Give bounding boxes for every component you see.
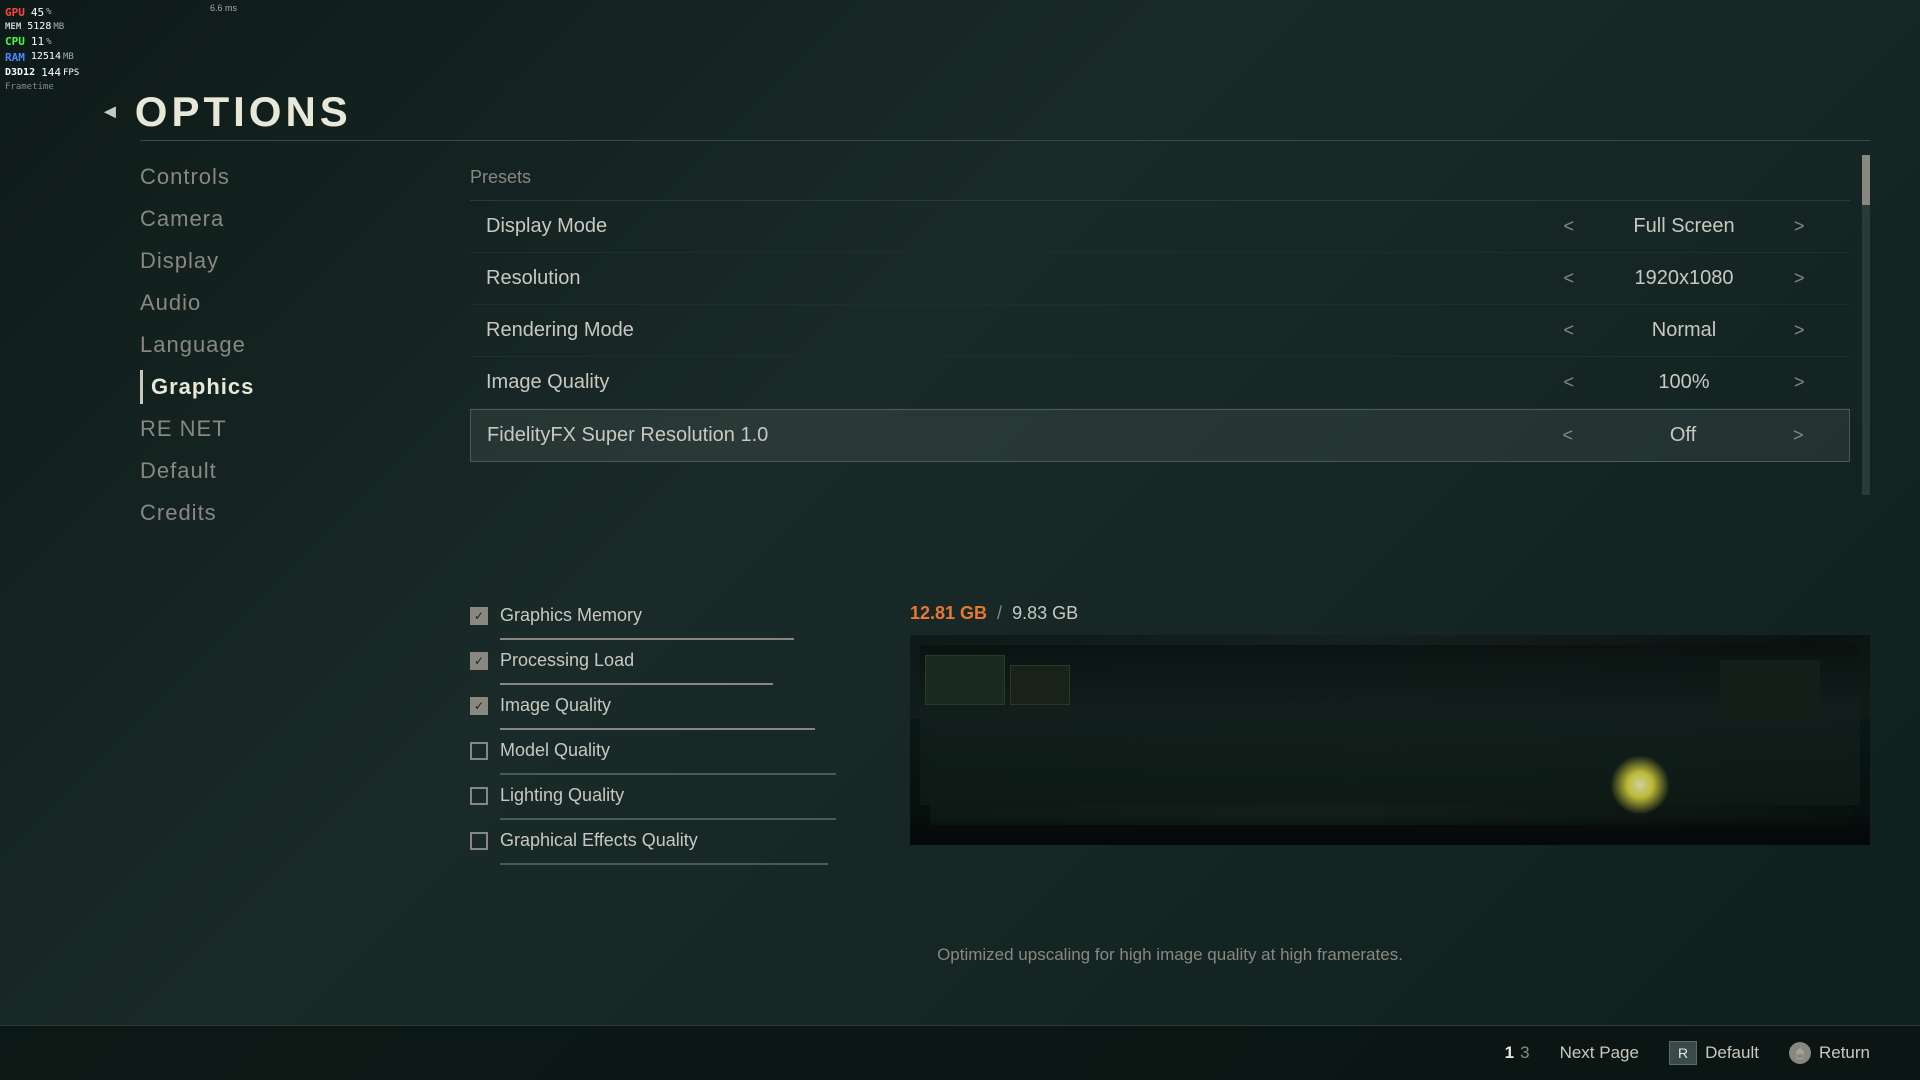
checkbox-row-processing-load: Processing Load: [470, 640, 890, 681]
scene-shelf-1: [925, 655, 1005, 705]
model-quality-label: Model Quality: [500, 740, 610, 761]
fidelityfx-label: FidelityFX Super Resolution 1.0: [487, 424, 867, 447]
checkbox-processing-load[interactable]: [470, 652, 488, 670]
presets-row: Presets: [470, 155, 1850, 201]
nav-item-controls[interactable]: Controls: [140, 160, 254, 194]
resolution-label: Resolution: [486, 267, 866, 290]
memory-total: 9.83 GB: [1012, 603, 1078, 624]
image-quality-controls: < 100% >: [1534, 371, 1834, 394]
graphics-memory-label: Graphics Memory: [500, 605, 642, 626]
cpu-unit: %: [46, 36, 51, 49]
checkbox-lighting-quality[interactable]: [470, 787, 488, 805]
back-arrow-icon[interactable]: ◄: [100, 101, 120, 124]
display-mode-next[interactable]: >: [1794, 216, 1805, 237]
frametime-label: Frametime: [5, 81, 54, 94]
display-mode-value: Full Screen: [1594, 215, 1774, 238]
fidelityfx-value: Off: [1593, 424, 1773, 447]
d3d-fps: 144: [41, 65, 61, 80]
checkbox-row-graphical-effects: Graphical Effects Quality: [470, 820, 890, 861]
presets-label: Presets: [470, 167, 531, 187]
mem-unit: MB: [53, 21, 64, 34]
resolution-value: 1920x1080: [1594, 267, 1774, 290]
display-mode-controls: < Full Screen >: [1534, 215, 1834, 238]
rendering-mode-label: Rendering Mode: [486, 319, 866, 342]
nav-item-display[interactable]: Display: [140, 244, 254, 278]
page-title: OPTIONS: [135, 88, 352, 136]
memory-info: 12.81 GB / 9.83 GB: [910, 603, 1870, 624]
display-mode-label: Display Mode: [486, 215, 866, 238]
page-title-area: ◄ OPTIONS: [100, 88, 352, 136]
preview-area: [910, 635, 1870, 845]
scrollbar-thumb[interactable]: [1862, 155, 1870, 205]
rendering-mode-prev[interactable]: <: [1563, 320, 1574, 341]
rendering-mode-controls: < Normal >: [1534, 319, 1834, 342]
checkbox-model-quality[interactable]: [470, 742, 488, 760]
graphical-effects-label: Graphical Effects Quality: [500, 830, 698, 851]
scene-shadow: [910, 815, 1870, 845]
description-text: Optimized upscaling for high image quali…: [470, 945, 1870, 965]
d3d-label: D3D12: [5, 66, 35, 80]
image-quality-label: Image Quality: [486, 371, 866, 394]
scene-shelf-3: [1720, 660, 1820, 720]
resolution-next[interactable]: >: [1794, 268, 1805, 289]
setting-row-display-mode[interactable]: Display Mode < Full Screen >: [470, 201, 1850, 253]
cpu-label: CPU: [5, 34, 25, 49]
checkboxes-section: Graphics Memory Processing Load Image Qu…: [470, 595, 890, 865]
gpu-value: 45: [31, 5, 44, 20]
lighting-quality-label: Lighting Quality: [500, 785, 624, 806]
nav-item-camera[interactable]: Camera: [140, 202, 254, 236]
checkbox-graphical-effects[interactable]: [470, 832, 488, 850]
gpu-unit: %: [46, 6, 51, 19]
resolution-prev[interactable]: <: [1563, 268, 1574, 289]
rendering-mode-value: Normal: [1594, 319, 1774, 342]
setting-row-rendering-mode[interactable]: Rendering Mode < Normal >: [470, 305, 1850, 357]
setting-row-resolution[interactable]: Resolution < 1920x1080 >: [470, 253, 1850, 305]
scene-shelf-2: [1010, 665, 1070, 705]
image-quality-cb-label: Image Quality: [500, 695, 611, 716]
fidelityfx-controls: < Off >: [1533, 424, 1833, 447]
image-quality-next[interactable]: >: [1794, 372, 1805, 393]
main-container: ◄ OPTIONS Controls Camera Display Audio …: [0, 0, 1920, 1080]
checkbox-row-image-quality: Image Quality: [470, 685, 890, 726]
cpu-value: 11: [31, 34, 44, 49]
nav-item-graphics[interactable]: Graphics: [140, 370, 254, 404]
ram-unit: MB: [63, 51, 74, 64]
title-divider: [140, 140, 1870, 141]
nav-item-audio[interactable]: Audio: [140, 286, 254, 320]
preview-image: [910, 635, 1870, 845]
nav-item-default[interactable]: Default: [140, 454, 254, 488]
rendering-mode-next[interactable]: >: [1794, 320, 1805, 341]
nav-item-language[interactable]: Language: [140, 328, 254, 362]
memory-used: 12.81 GB: [910, 603, 987, 624]
checkbox-row-lighting-quality: Lighting Quality: [470, 775, 890, 816]
mem-value: 5128: [27, 20, 51, 34]
checkbox-graphics-memory[interactable]: [470, 607, 488, 625]
fps-unit: FPS: [63, 67, 79, 80]
left-nav: Controls Camera Display Audio Language G…: [140, 160, 254, 530]
graphical-effects-bar: [500, 863, 828, 865]
fidelityfx-next[interactable]: >: [1793, 425, 1804, 446]
mem-label: MEM: [5, 21, 21, 34]
hud-stats: GPU 45 % MEM 5128 MB CPU 11 % RAM 12514 …: [5, 5, 79, 93]
nav-item-credits[interactable]: Credits: [140, 496, 254, 530]
processing-load-label: Processing Load: [500, 650, 634, 671]
setting-row-fidelityfx[interactable]: FidelityFX Super Resolution 1.0 < Off >: [470, 409, 1850, 462]
fidelityfx-prev[interactable]: <: [1562, 425, 1573, 446]
resolution-controls: < 1920x1080 >: [1534, 267, 1834, 290]
checkbox-row-model-quality: Model Quality: [470, 730, 890, 771]
memory-separator: /: [997, 603, 1002, 624]
ram-label: RAM: [5, 50, 25, 65]
scene-light: [1610, 755, 1670, 815]
checkbox-row-graphics-memory: Graphics Memory: [470, 595, 890, 636]
scrollbar-track[interactable]: [1862, 155, 1870, 495]
content-panel: Presets Display Mode < Full Screen > Res…: [470, 155, 1870, 1020]
checkbox-image-quality[interactable]: [470, 697, 488, 715]
ram-value: 12514: [31, 50, 61, 64]
display-mode-prev[interactable]: <: [1563, 216, 1574, 237]
gpu-label: GPU: [5, 5, 25, 20]
image-quality-value: 100%: [1594, 371, 1774, 394]
image-quality-prev[interactable]: <: [1563, 372, 1574, 393]
nav-item-renet[interactable]: RE NET: [140, 412, 254, 446]
setting-row-image-quality[interactable]: Image Quality < 100% >: [470, 357, 1850, 409]
